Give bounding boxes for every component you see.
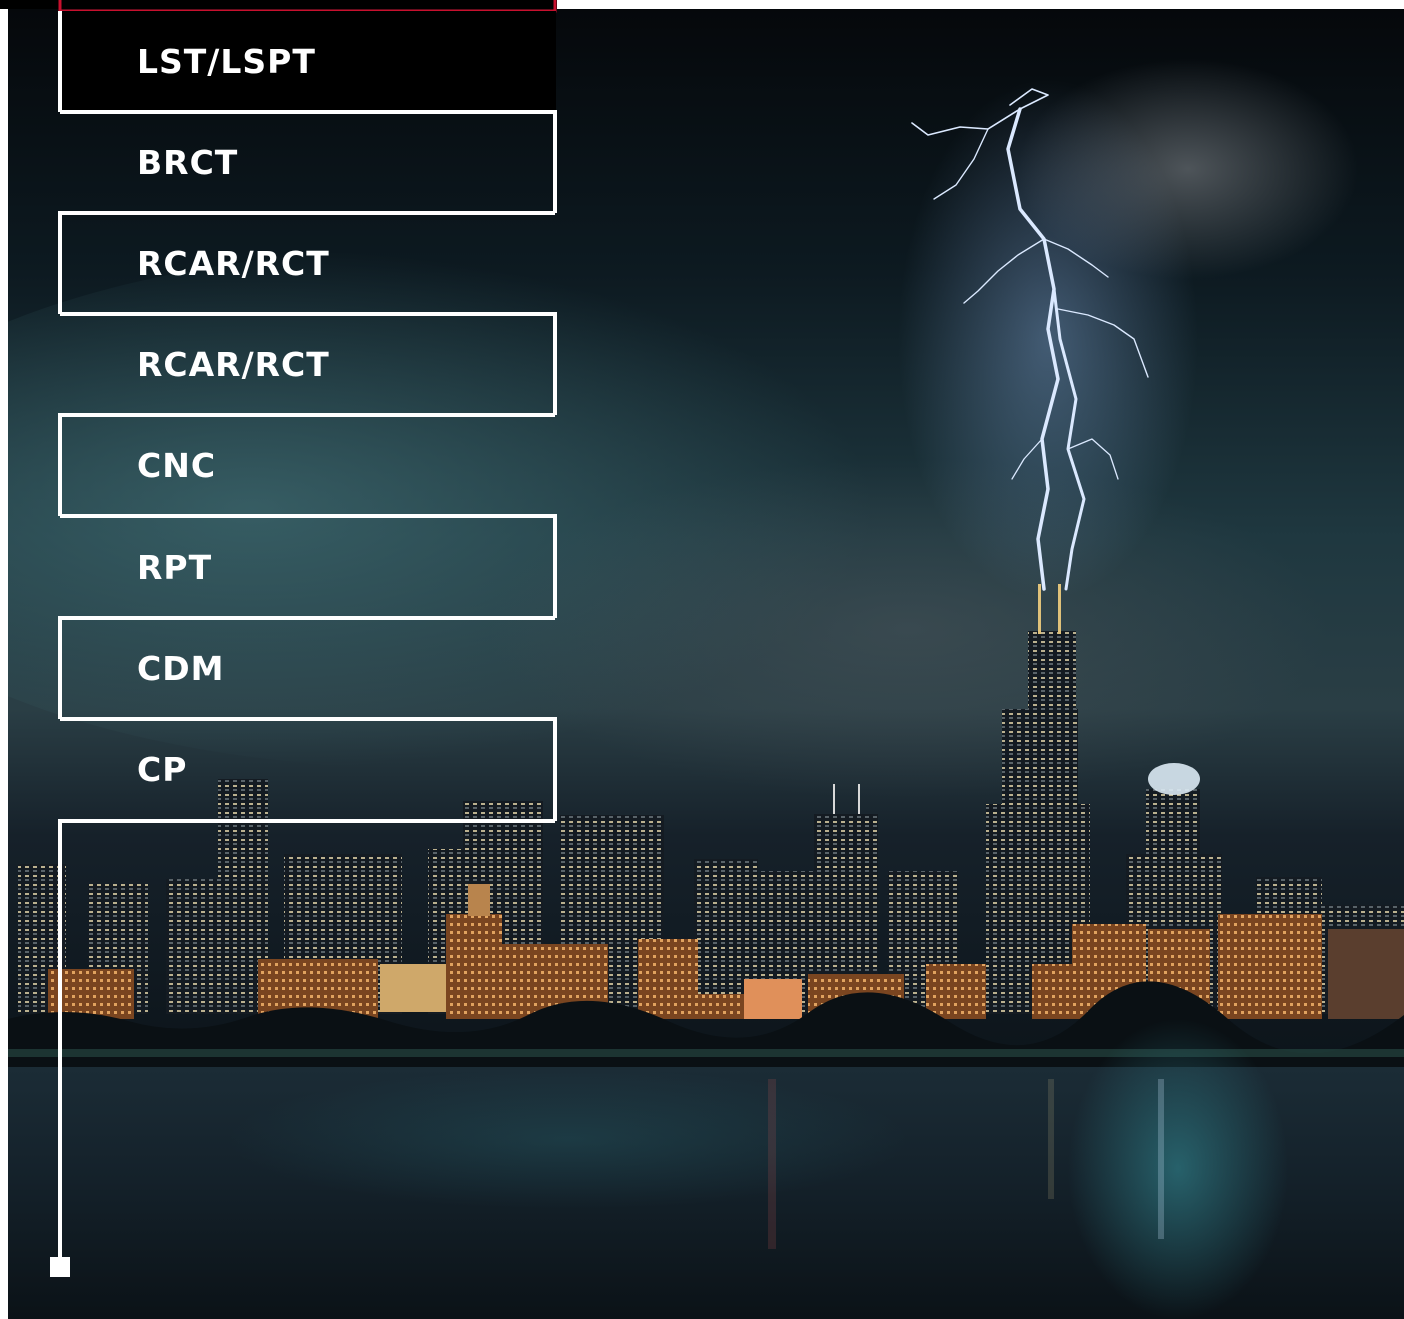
menu-item-cp[interactable]: CP xyxy=(137,719,187,820)
menu-item-cnc[interactable]: CNC xyxy=(137,415,216,516)
menu-item-rcar-rct-1[interactable]: RCAR/RCT xyxy=(137,213,330,314)
menu-item-cdm[interactable]: CDM xyxy=(137,618,224,719)
menu-item-rpt[interactable]: RPT xyxy=(137,517,212,618)
menu-item-lst-lspt[interactable]: LST/LSPT xyxy=(137,11,316,112)
menu-item-rcar-rct-2[interactable]: RCAR/RCT xyxy=(137,314,330,415)
timeline-end-marker xyxy=(50,1257,70,1277)
page-canvas: LST/LSPT BRCT RCAR/RCT RCAR/RCT CNC RPT … xyxy=(0,0,1404,1319)
menu-item-brct[interactable]: BRCT xyxy=(137,112,238,213)
